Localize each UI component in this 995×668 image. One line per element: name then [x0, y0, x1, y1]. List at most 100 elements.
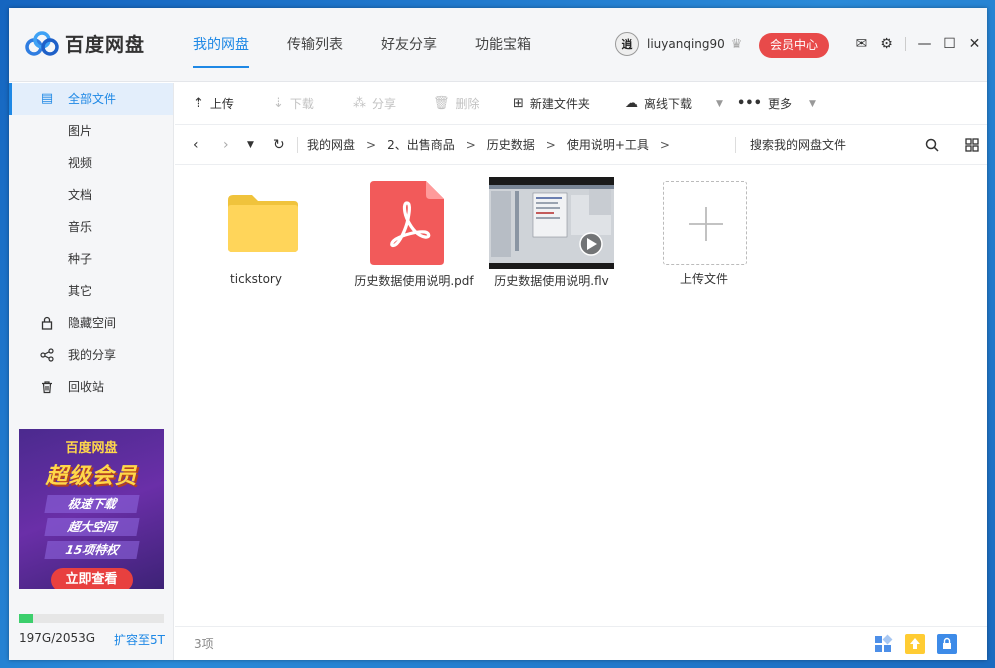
promo-headline: 超级会员	[45, 464, 138, 489]
breadcrumb-item[interactable]: 历史数据	[487, 125, 535, 165]
breadcrumb-separator: >	[465, 138, 476, 152]
sidebar-item-docs[interactable]: 文档	[9, 179, 173, 211]
nav-friend-share[interactable]: 好友分享	[381, 8, 437, 82]
gear-icon[interactable]: ⚙	[874, 36, 899, 52]
app-name: 百度网盘	[65, 34, 146, 56]
sidebar-item-all-files[interactable]: ▤ 全部文件	[9, 83, 173, 115]
sidebar-item-my-share[interactable]: 我的分享	[9, 339, 173, 371]
upload-button[interactable]: ⇡ 上传	[193, 83, 234, 125]
more-button[interactable]: ••• 更多	[737, 83, 792, 125]
share-icon: ⁂	[353, 96, 366, 111]
sidebar: ▤ 全部文件 图片 视频 文档 音乐 种子 其它 隐藏空间 我的分享 回收站 百…	[9, 83, 174, 660]
status-bar: 3项	[175, 626, 987, 660]
promo-view-button[interactable]: 立即查看	[50, 568, 133, 589]
sidebar-item-label: 种子	[68, 252, 93, 266]
nav-my-disk[interactable]: 我的网盘	[193, 8, 249, 82]
search-icon[interactable]	[925, 125, 939, 165]
sidebar-item-torrents[interactable]: 种子	[9, 243, 173, 275]
maximize-icon[interactable]: ☐	[937, 36, 962, 52]
refresh-icon[interactable]: ↻	[273, 125, 285, 165]
sidebar-item-other[interactable]: 其它	[9, 275, 173, 307]
close-icon[interactable]: ✕	[962, 36, 987, 52]
upload-icon: ⇡	[193, 96, 204, 111]
share-icon	[40, 348, 54, 362]
grid-view-icon[interactable]	[965, 125, 979, 165]
upload-file-label: 上传文件	[679, 272, 728, 286]
video-preview-image	[489, 177, 614, 269]
chevron-down-icon[interactable]: ▼	[809, 83, 816, 125]
breadcrumb: 我的网盘 > 2、出售商品 > 历史数据 > 使用说明+工具 >	[307, 125, 681, 165]
pdf-icon	[370, 181, 444, 265]
mail-icon[interactable]: ✉	[849, 36, 874, 52]
delete-label: 删除	[455, 97, 480, 111]
search-input[interactable]: 搜索我的网盘文件	[750, 125, 846, 165]
sidebar-item-images[interactable]: 图片	[9, 115, 173, 147]
sidebar-item-label: 音乐	[68, 220, 93, 234]
vip-center-button[interactable]: 会员中心	[759, 33, 829, 58]
trash-icon	[40, 380, 54, 394]
sidebar-item-hidden-space[interactable]: 隐藏空间	[9, 307, 173, 339]
status-actions	[873, 634, 969, 654]
breadcrumb-separator: >	[659, 138, 670, 152]
storage-progress-bar	[19, 614, 164, 623]
new-folder-button[interactable]: ⊞ 新建文件夹	[513, 83, 590, 125]
new-folder-icon: ⊞	[513, 96, 524, 111]
new-folder-label: 新建文件夹	[529, 97, 590, 111]
more-dots-icon: •••	[737, 96, 762, 111]
baidu-cloud-logo-icon	[25, 30, 59, 56]
forward-icon[interactable]: ›	[223, 125, 229, 165]
nav-toolbox[interactable]: 功能宝箱	[475, 8, 531, 82]
chevron-down-icon[interactable]: ▼	[716, 83, 723, 125]
history-dropdown-icon[interactable]: ▼	[247, 125, 254, 165]
sidebar-item-label: 图片	[68, 124, 93, 138]
delete-button[interactable]: 🗑 删除	[433, 83, 480, 125]
folder-icon	[228, 195, 298, 252]
title-bar: 百度网盘 我的网盘 传输列表 好友分享 功能宝箱 逍 liuyanqing90 …	[9, 8, 987, 82]
promo-perk: 超大空间	[43, 518, 140, 536]
sidebar-item-label: 其它	[68, 284, 93, 298]
expand-storage-link[interactable]: 扩容至5T	[114, 631, 165, 648]
toolbar: ⇡ 上传 ⇣ 下载 ⁂ 分享 🗑 删除 ⊞ 新建文件夹 ☁ 离线下载 ▼ •••…	[175, 83, 987, 125]
file-name: tickstory	[230, 272, 282, 286]
vip-promo-banner[interactable]: 百度网盘 超级会员 极速下载 超大空间 15项特权 立即查看	[19, 429, 164, 589]
sidebar-item-label: 文档	[68, 188, 93, 202]
breadcrumb-item[interactable]: 使用说明+工具	[567, 125, 649, 165]
main-nav: 我的网盘 传输列表 好友分享 功能宝箱	[193, 8, 569, 82]
offline-download-button[interactable]: ☁ 离线下载	[625, 83, 692, 125]
download-icon: ⇣	[273, 96, 284, 111]
share-label: 分享	[372, 97, 397, 111]
cloud-download-icon: ☁	[625, 96, 638, 111]
nav-transfer-list[interactable]: 传输列表	[287, 8, 343, 82]
storage-progress-fill	[19, 614, 33, 623]
download-button[interactable]: ⇣ 下载	[273, 83, 314, 125]
more-label: 更多	[767, 97, 792, 111]
avatar[interactable]: 逍	[615, 32, 639, 56]
sidebar-item-videos[interactable]: 视频	[9, 147, 173, 179]
crown-icon: ♛	[730, 36, 743, 52]
promo-perk: 极速下载	[43, 495, 140, 513]
upload-dropzone[interactable]	[663, 181, 747, 265]
upload-label: 上传	[209, 97, 234, 111]
sidebar-item-label: 我的分享	[68, 348, 117, 362]
back-icon[interactable]: ‹	[193, 125, 199, 165]
storage-usage-text: 197G/2053G	[19, 631, 96, 645]
sidebar-item-music[interactable]: 音乐	[9, 211, 173, 243]
user-info[interactable]: 逍 liuyanqing90 ♛	[615, 32, 742, 56]
offline-download-label: 离线下载	[644, 97, 693, 111]
apps-icon[interactable]	[873, 634, 893, 654]
breadcrumb-item[interactable]: 2、出售商品	[387, 125, 455, 165]
share-button[interactable]: ⁂ 分享	[353, 83, 396, 125]
sidebar-item-recycle-bin[interactable]: 回收站	[9, 371, 173, 403]
sidebar-item-label: 回收站	[68, 380, 105, 394]
breadcrumb-item[interactable]: 我的网盘	[307, 125, 355, 165]
minimize-icon[interactable]: —	[912, 36, 937, 52]
plus-icon	[689, 207, 723, 241]
app-logo[interactable]: 百度网盘	[25, 30, 145, 57]
upload-queue-icon[interactable]	[905, 634, 925, 654]
item-count: 3项	[194, 637, 214, 651]
lock-icon[interactable]	[937, 634, 957, 654]
breadcrumb-separator: >	[366, 138, 377, 152]
video-thumbnail	[489, 177, 614, 269]
username[interactable]: liuyanqing90	[647, 37, 725, 51]
sidebar-item-label: 视频	[68, 156, 93, 170]
